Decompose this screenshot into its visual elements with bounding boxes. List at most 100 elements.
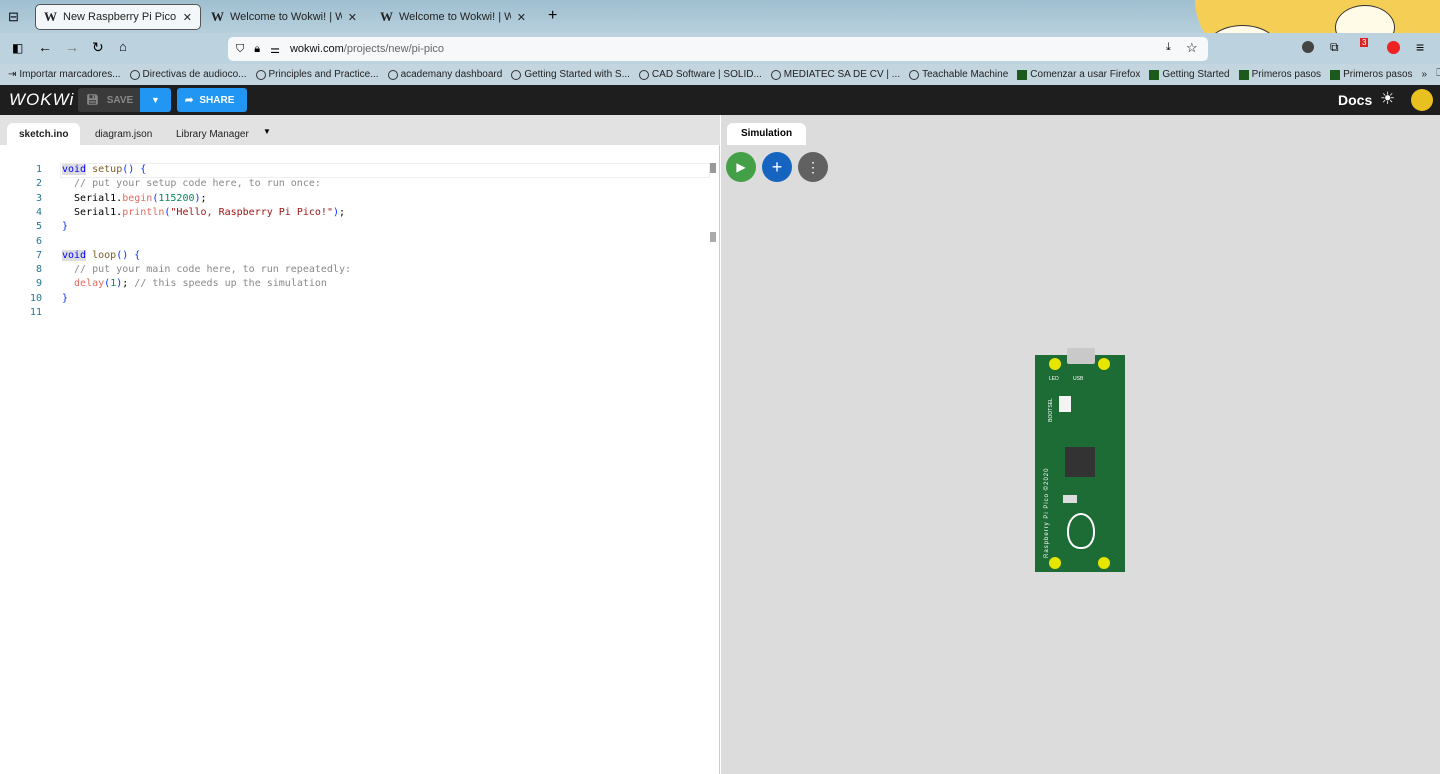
wokwi-favicon-icon: W <box>380 9 393 24</box>
globe-icon <box>387 69 398 80</box>
bookmark-item[interactable]: Teachable Machine <box>909 69 1008 80</box>
bookmark-label: Teachable Machine <box>922 69 1009 80</box>
url-path: /projects/new/pi-pico <box>343 43 445 55</box>
line-number: 11 <box>29 307 42 318</box>
line-number: 8 <box>35 264 42 276</box>
bookmark-label: Directivas de audioco... <box>142 69 247 80</box>
firefox-flag-icon <box>1330 69 1341 80</box>
play-icon: ▶ <box>736 160 746 174</box>
code-token: ; <box>122 278 135 290</box>
wokwi-logo[interactable]: WOKWi <box>9 90 74 110</box>
extension-icon[interactable] <box>1302 41 1314 53</box>
save-page-icon[interactable]: ⤓ <box>1166 41 1171 54</box>
led-label: LED <box>1049 376 1059 382</box>
close-tab-icon[interactable]: ✕ <box>517 11 526 24</box>
record-extension-icon[interactable] <box>1387 41 1400 54</box>
code-token: delay <box>62 278 105 290</box>
code-token: ; <box>200 192 207 204</box>
back-icon[interactable]: ← <box>38 39 52 55</box>
close-tab-icon[interactable]: ✕ <box>183 11 192 24</box>
tab-sketch-ino[interactable]: sketch.ino <box>7 123 81 145</box>
bookmark-label: MEDIATEC SA DE CV | ... <box>783 69 901 80</box>
bookmark-item[interactable]: Principles and Practice... <box>255 69 379 80</box>
close-tab-icon[interactable]: ✕ <box>348 11 357 24</box>
code-token: void <box>62 164 87 175</box>
extensions-icon[interactable]: ⧉ <box>1330 40 1339 55</box>
globe-icon <box>511 69 522 80</box>
bookmark-item[interactable]: CAD Software | SOLID... <box>638 69 762 80</box>
line-number: 9 <box>35 278 42 290</box>
bookmark-item[interactable]: ⇥ Importar marcadores... <box>8 69 121 80</box>
code-token: println <box>122 206 165 218</box>
other-bookmarks-folder[interactable]: 🗀Otros marcadores <box>1436 66 1440 83</box>
new-tab-icon[interactable]: + <box>548 7 557 25</box>
bookmark-item[interactable]: Primeros pasos <box>1330 69 1413 80</box>
raspberry-pi-pico-board[interactable]: LED USB BOOTSEL Raspberry Pi Pico ©2020 <box>1035 348 1125 572</box>
browser-tab[interactable]: W Welcome to Wokwi! | Wokwi Dc ✕ <box>372 4 534 30</box>
line-number: 4 <box>35 206 42 218</box>
usb-label: USB <box>1073 376 1084 382</box>
save-dropdown-button[interactable]: ▼ <box>140 88 171 112</box>
bookmark-item[interactable]: MEDIATEC SA DE CV | ... <box>770 69 901 80</box>
mounting-hole <box>1049 557 1061 569</box>
scrollbar-thumb[interactable] <box>710 163 716 173</box>
bookmark-label: Comenzar a usar Firefox <box>1030 69 1141 80</box>
avatar[interactable] <box>1411 89 1433 111</box>
reload-icon[interactable]: ↻ <box>92 39 104 56</box>
code-editor[interactable]: 1 void setup() {2 // put your setup code … <box>0 145 720 774</box>
tab-title: Welcome to Wokwi! | Wokwi Dc <box>230 11 342 23</box>
bookmark-star-icon[interactable]: ☆ <box>1186 40 1198 56</box>
bootsel-label: BOOTSEL <box>1047 398 1054 422</box>
line-number: 7 <box>35 249 42 261</box>
bookmark-label: Primeros pasos <box>1251 69 1322 80</box>
start-simulation-button[interactable]: ▶ <box>726 152 756 182</box>
code-token: // this speeds up the simulation <box>134 278 327 290</box>
menu-icon[interactable]: ≡ <box>1416 39 1424 55</box>
url-bar[interactable]: ⛉ 🔒︎ ⚌ wokwi.com/projects/new/pi-pico ⤓ … <box>228 37 1208 61</box>
save-label: SAVE <box>106 94 134 106</box>
code-token: // put your setup code here, to run once… <box>62 178 321 190</box>
theme-toggle-icon[interactable]: ☀ <box>1380 89 1395 109</box>
bookmark-item[interactable]: Primeros pasos <box>1238 69 1322 80</box>
more-vert-icon: ⋮ <box>806 158 820 175</box>
tab-list-icon[interactable]: ⊟ <box>8 9 19 25</box>
share-button[interactable]: ➦ SHARE <box>177 88 247 112</box>
tab-library-manager[interactable]: Library Manager <box>164 123 261 145</box>
tab-simulation[interactable]: Simulation <box>727 123 806 145</box>
browser-tab[interactable]: W Welcome to Wokwi! | Wokwi Dc ✕ <box>203 4 365 30</box>
firefox-flag-icon <box>1238 69 1249 80</box>
raspberry-logo <box>1067 513 1095 549</box>
add-part-button[interactable]: + <box>762 152 792 182</box>
bootsel-button[interactable] <box>1059 396 1071 412</box>
tab-diagram-json[interactable]: diagram.json <box>83 123 164 145</box>
tabs-menu-icon[interactable]: ▼ <box>263 127 271 136</box>
tab-title: Welcome to Wokwi! | Wokwi Dc <box>399 11 511 23</box>
firefox-flag-icon <box>1149 69 1160 80</box>
code-token: () { <box>122 164 147 175</box>
bookmark-item[interactable]: Getting Started with S... <box>511 69 630 80</box>
component <box>1063 495 1077 503</box>
board-name: Raspberry Pi Pico ©2020 <box>1044 467 1050 558</box>
sidebar-icon[interactable]: ◧ <box>12 41 23 55</box>
more-bookmarks-icon[interactable]: » <box>1422 69 1428 80</box>
code-token: Serial1. <box>62 206 123 218</box>
docs-link[interactable]: Docs <box>1338 92 1372 108</box>
current-line-highlight <box>60 163 710 178</box>
bookmark-item[interactable]: Getting Started <box>1149 69 1230 80</box>
code-token: void <box>62 249 87 261</box>
extension-badge[interactable]: 3 <box>1360 38 1369 47</box>
more-options-button[interactable]: ⋮ <box>798 152 828 182</box>
code-token: () { <box>116 249 141 261</box>
forward-icon[interactable]: → <box>65 39 79 55</box>
bookmark-item[interactable]: Directivas de audioco... <box>129 69 247 80</box>
browser-tab[interactable]: W New Raspberry Pi Pico Project - ✕ <box>35 4 201 30</box>
save-button[interactable]: 💾︎ SAVE <box>78 88 140 112</box>
bookmark-label: Principles and Practice... <box>268 69 379 80</box>
wokwi-favicon-icon: W <box>211 9 224 24</box>
bookmark-item[interactable]: Comenzar a usar Firefox <box>1017 69 1140 80</box>
home-icon[interactable]: ⌂ <box>119 39 127 54</box>
site-icon <box>255 69 266 80</box>
bookmark-item[interactable]: academany dashboard <box>387 69 502 80</box>
wokwi-header: WOKWi 💾︎ SAVE ▼ ➦ SHARE Docs ☀ <box>0 85 1440 115</box>
line-number: 5 <box>35 221 42 233</box>
